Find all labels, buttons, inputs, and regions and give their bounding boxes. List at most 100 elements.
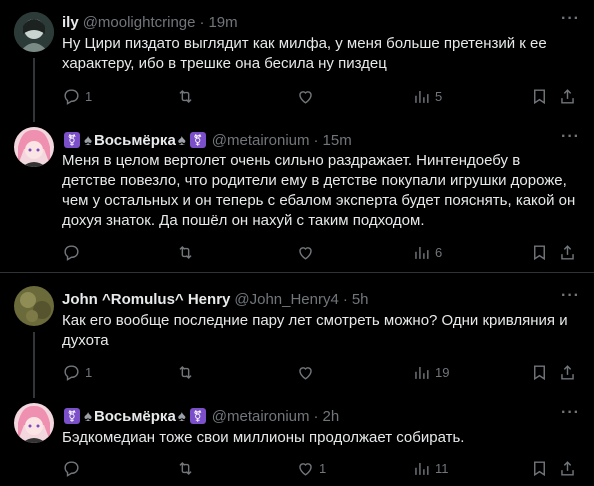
timestamp[interactable]: 15m [323, 132, 352, 149]
like-button[interactable]: 1 [296, 459, 326, 478]
tweet-text: Меня в целом вертолет очень сильно раздр… [62, 152, 576, 229]
reply-count: 1 [85, 89, 93, 104]
bookmark-icon [534, 365, 545, 381]
trans-symbol-icon: ⚧ [189, 408, 206, 424]
share-icon [561, 245, 574, 260]
retweet-button[interactable] [176, 87, 199, 106]
tweet-header: John ^Romulus^ Henry @John_Henry4 · 5h [62, 289, 369, 309]
tweet[interactable]: ⚧ ♠ Восьмёрка ♠ ⚧ @metaironium · 2h ··· … [0, 403, 594, 486]
retweet-button[interactable] [176, 243, 199, 262]
reply-button[interactable]: 1 [62, 87, 92, 106]
user-handle[interactable]: @metaironium [212, 132, 310, 149]
user-handle[interactable]: @metaironium [212, 408, 310, 425]
more-options-button[interactable]: ··· [561, 287, 580, 305]
timestamp[interactable]: 5h [352, 291, 369, 308]
divider [0, 272, 594, 273]
display-name[interactable]: Восьмёрка [94, 132, 176, 149]
separator-dot: · [199, 13, 205, 31]
views-chart-icon [415, 246, 429, 259]
bookmark-button[interactable] [530, 87, 549, 106]
display-name[interactable]: John ^Romulus^ Henry [62, 291, 230, 308]
tweet[interactable]: ⚧ ♠ Восьмёрка ♠ ⚧ @metaironium · 15m ···… [0, 127, 594, 265]
reply-icon [64, 245, 79, 261]
separator-dot: · [313, 131, 319, 149]
separator-dot: · [313, 407, 319, 425]
trans-symbol-icon: ⚧ [64, 408, 80, 424]
tweet-actions: 1 11 [62, 459, 582, 479]
retweet-button[interactable] [176, 459, 199, 478]
views-button[interactable]: 11 [412, 459, 449, 478]
view-count: 5 [435, 89, 443, 104]
view-count: 19 [435, 365, 450, 380]
tweet-header: ⚧ ♠ Восьмёрка ♠ ⚧ @metaironium · 15m [62, 130, 352, 150]
avatar-image-icon [14, 403, 54, 443]
avatar-image-icon [14, 127, 54, 167]
reply-button[interactable] [62, 243, 85, 262]
reply-icon [64, 89, 79, 105]
views-chart-icon [415, 366, 429, 379]
share-icon [561, 365, 574, 380]
share-button[interactable] [558, 243, 577, 262]
reply-button[interactable] [62, 459, 85, 478]
retweet-icon [179, 365, 192, 380]
views-button[interactable]: 6 [412, 243, 442, 262]
retweet-icon [179, 89, 192, 104]
views-chart-icon [415, 462, 429, 475]
avatar-image-icon [14, 12, 54, 52]
retweet-icon [179, 245, 192, 260]
heart-icon [299, 247, 312, 260]
avatar[interactable] [14, 286, 54, 326]
timestamp[interactable]: 2h [323, 408, 340, 425]
user-handle[interactable]: @moolightcringe [83, 14, 196, 31]
view-count: 11 [435, 461, 449, 476]
bookmark-icon [534, 461, 545, 477]
tweet-actions: 1 5 [62, 87, 582, 107]
tweet-text: Как его вообще последние пару лет смотре… [62, 312, 568, 349]
bookmark-button[interactable] [530, 363, 549, 382]
share-button[interactable] [558, 87, 577, 106]
tweet[interactable]: John ^Romulus^ Henry @John_Henry4 · 5h ·… [0, 286, 594, 398]
tweet[interactable]: ily @moolightcringe · 19m ··· Ну Цири пи… [0, 10, 594, 122]
heart-icon [299, 91, 312, 104]
more-options-button[interactable]: ··· [561, 10, 580, 28]
bookmark-button[interactable] [530, 459, 549, 478]
like-button[interactable] [296, 87, 319, 106]
reply-icon [64, 365, 79, 381]
views-button[interactable]: 19 [412, 363, 449, 382]
like-count: 1 [319, 461, 327, 476]
avatar[interactable] [14, 12, 54, 52]
more-options-button[interactable]: ··· [561, 128, 580, 146]
tweet-text: Ну Цири пиздато выглядит как милфа, у ме… [62, 35, 547, 72]
bookmark-icon [534, 245, 545, 261]
tweet-actions: 1 19 [62, 363, 582, 383]
display-name[interactable]: ily [62, 14, 79, 31]
display-name[interactable]: Восьмёрка [94, 408, 176, 425]
like-button[interactable] [296, 363, 319, 382]
tweet-text: Бэдкомедиан тоже свои миллионы продолжае… [62, 429, 465, 446]
trans-symbol-icon: ⚧ [189, 132, 206, 148]
avatar[interactable] [14, 127, 54, 167]
avatar-image-icon [14, 286, 54, 326]
spade-icon: ♠ [177, 131, 186, 149]
tweet-actions: 6 [62, 243, 582, 263]
more-options-button[interactable]: ··· [561, 404, 580, 422]
separator-dot: · [342, 290, 348, 308]
timestamp[interactable]: 19m [208, 14, 237, 31]
views-button[interactable]: 5 [412, 87, 442, 106]
spade-icon: ♠ [84, 407, 92, 425]
share-button[interactable] [558, 363, 577, 382]
like-button[interactable] [296, 243, 319, 262]
avatar[interactable] [14, 403, 54, 443]
spade-icon: ♠ [177, 407, 186, 425]
user-handle[interactable]: @John_Henry4 [234, 291, 338, 308]
share-button[interactable] [558, 459, 577, 478]
heart-icon [299, 463, 312, 476]
reply-button[interactable]: 1 [62, 363, 92, 382]
bookmark-button[interactable] [530, 243, 549, 262]
retweet-icon [179, 461, 192, 476]
retweet-button[interactable] [176, 363, 199, 382]
reply-icon [64, 461, 79, 477]
trans-symbol-icon: ⚧ [64, 132, 80, 148]
thread-line [33, 58, 35, 122]
views-chart-icon [415, 90, 429, 103]
